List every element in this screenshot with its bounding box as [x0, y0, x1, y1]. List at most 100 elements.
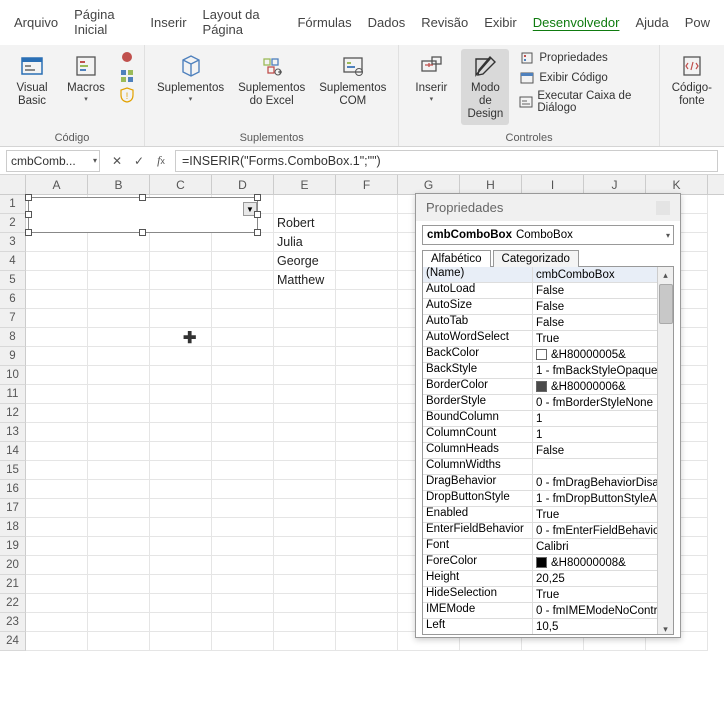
cell[interactable]	[336, 290, 398, 309]
property-value[interactable]: 10,5	[533, 619, 657, 634]
property-row[interactable]: DropButtonStyle1 - fmDropButtonStyleAr	[423, 491, 657, 507]
select-all-corner[interactable]	[0, 175, 26, 194]
cell[interactable]	[26, 613, 88, 632]
property-value[interactable]: &H80000005&	[533, 347, 657, 362]
cell[interactable]	[150, 480, 212, 499]
cell[interactable]	[212, 442, 274, 461]
property-value[interactable]: cmbComboBox	[533, 267, 657, 282]
row-header[interactable]: 18	[0, 518, 26, 537]
cell[interactable]	[212, 499, 274, 518]
property-row[interactable]: BorderColor&H80000006&	[423, 379, 657, 395]
cell[interactable]	[150, 556, 212, 575]
cell[interactable]	[336, 252, 398, 271]
cell[interactable]	[336, 632, 398, 651]
row-header[interactable]: 6	[0, 290, 26, 309]
resize-handle[interactable]	[139, 194, 146, 201]
cell[interactable]	[274, 461, 336, 480]
cell[interactable]	[88, 556, 150, 575]
cell[interactable]	[26, 385, 88, 404]
cell[interactable]	[26, 423, 88, 442]
cell[interactable]	[88, 290, 150, 309]
cell[interactable]	[212, 309, 274, 328]
cell[interactable]	[212, 404, 274, 423]
cell[interactable]	[26, 575, 88, 594]
cell[interactable]	[150, 290, 212, 309]
column-header[interactable]: D	[212, 175, 274, 194]
property-value[interactable]: &H80000006&	[533, 379, 657, 394]
cell[interactable]	[26, 518, 88, 537]
cell[interactable]	[212, 461, 274, 480]
excel-addins-button[interactable]: Suplementosdo Excel	[234, 49, 309, 111]
cell[interactable]	[26, 632, 88, 651]
cell[interactable]	[26, 252, 88, 271]
cell[interactable]	[26, 556, 88, 575]
cell[interactable]	[88, 252, 150, 271]
cell[interactable]	[274, 309, 336, 328]
menu-item-desenvolvedor[interactable]: Desenvolvedor	[527, 12, 626, 33]
property-value[interactable]: Calibri	[533, 539, 657, 554]
cell[interactable]	[150, 366, 212, 385]
property-row[interactable]: Height20,25	[423, 571, 657, 587]
property-row[interactable]: Left10,5	[423, 619, 657, 635]
cell[interactable]	[88, 480, 150, 499]
cell[interactable]	[212, 594, 274, 613]
cell[interactable]	[212, 366, 274, 385]
property-value[interactable]: True	[533, 587, 657, 602]
row-header[interactable]: 24	[0, 632, 26, 651]
property-value[interactable]: 1 - fmDropButtonStyleAr	[533, 491, 657, 506]
cell[interactable]	[336, 480, 398, 499]
cell[interactable]	[88, 575, 150, 594]
cell[interactable]	[150, 347, 212, 366]
chevron-down-icon[interactable]: ▾	[666, 231, 670, 240]
property-row[interactable]: (Name)cmbComboBox	[423, 267, 657, 283]
cell[interactable]	[336, 366, 398, 385]
cell[interactable]	[212, 385, 274, 404]
cell[interactable]	[88, 461, 150, 480]
cell[interactable]	[26, 594, 88, 613]
property-row[interactable]: EnabledTrue	[423, 507, 657, 523]
property-value[interactable]: False	[533, 443, 657, 458]
menu-item-ajuda[interactable]: Ajuda	[629, 12, 674, 33]
cell[interactable]	[212, 328, 274, 347]
cell[interactable]	[26, 499, 88, 518]
menu-item-layout-da-página[interactable]: Layout da Página	[197, 4, 288, 40]
menu-item-pow[interactable]: Pow	[679, 12, 716, 33]
property-value[interactable]: &H80000008&	[533, 555, 657, 570]
cell[interactable]	[336, 404, 398, 423]
property-value[interactable]: 0 - fmDragBehaviorDisab	[533, 475, 657, 490]
cell[interactable]	[274, 347, 336, 366]
property-row[interactable]: ForeColor&H80000008&	[423, 555, 657, 571]
column-header[interactable]: B	[88, 175, 150, 194]
property-row[interactable]: AutoLoadFalse	[423, 283, 657, 299]
cell[interactable]	[88, 385, 150, 404]
cancel-formula-button[interactable]: ✕	[107, 151, 127, 171]
cell[interactable]	[274, 575, 336, 594]
property-value[interactable]: 1	[533, 411, 657, 426]
resize-handle[interactable]	[254, 229, 261, 236]
tab-alphabetic[interactable]: Alfabético	[422, 250, 491, 267]
properties-panel[interactable]: Propriedades cmbComboBox ComboBox ▾ Alfa…	[415, 193, 681, 638]
row-header[interactable]: 15	[0, 461, 26, 480]
properties-object-selector[interactable]: cmbComboBox ComboBox ▾	[422, 225, 674, 245]
row-header[interactable]: 3	[0, 233, 26, 252]
use-relative-icon[interactable]	[118, 68, 136, 84]
column-header[interactable]: A	[26, 175, 88, 194]
menu-item-página-inicial[interactable]: Página Inicial	[68, 4, 140, 40]
cell[interactable]	[274, 537, 336, 556]
tab-categorized[interactable]: Categorizado	[493, 250, 579, 267]
cell[interactable]	[150, 442, 212, 461]
view-code-button[interactable]: Exibir Código	[515, 69, 650, 87]
properties-grid[interactable]: (Name)cmbComboBoxAutoLoadFalseAutoSizeFa…	[422, 267, 674, 635]
run-dialog-button[interactable]: Executar Caixa de Diálogo	[515, 89, 650, 115]
addins-button[interactable]: Suplementos ▾	[153, 49, 228, 106]
row-header[interactable]: 16	[0, 480, 26, 499]
name-box-dropdown-icon[interactable]: ▾	[93, 156, 97, 165]
cell[interactable]	[150, 252, 212, 271]
cell[interactable]	[150, 594, 212, 613]
column-header[interactable]: J	[584, 175, 646, 194]
row-header[interactable]: 17	[0, 499, 26, 518]
com-addins-button[interactable]: SuplementosCOM	[315, 49, 390, 111]
cell[interactable]	[26, 480, 88, 499]
cell[interactable]	[26, 233, 88, 252]
cell[interactable]	[274, 366, 336, 385]
